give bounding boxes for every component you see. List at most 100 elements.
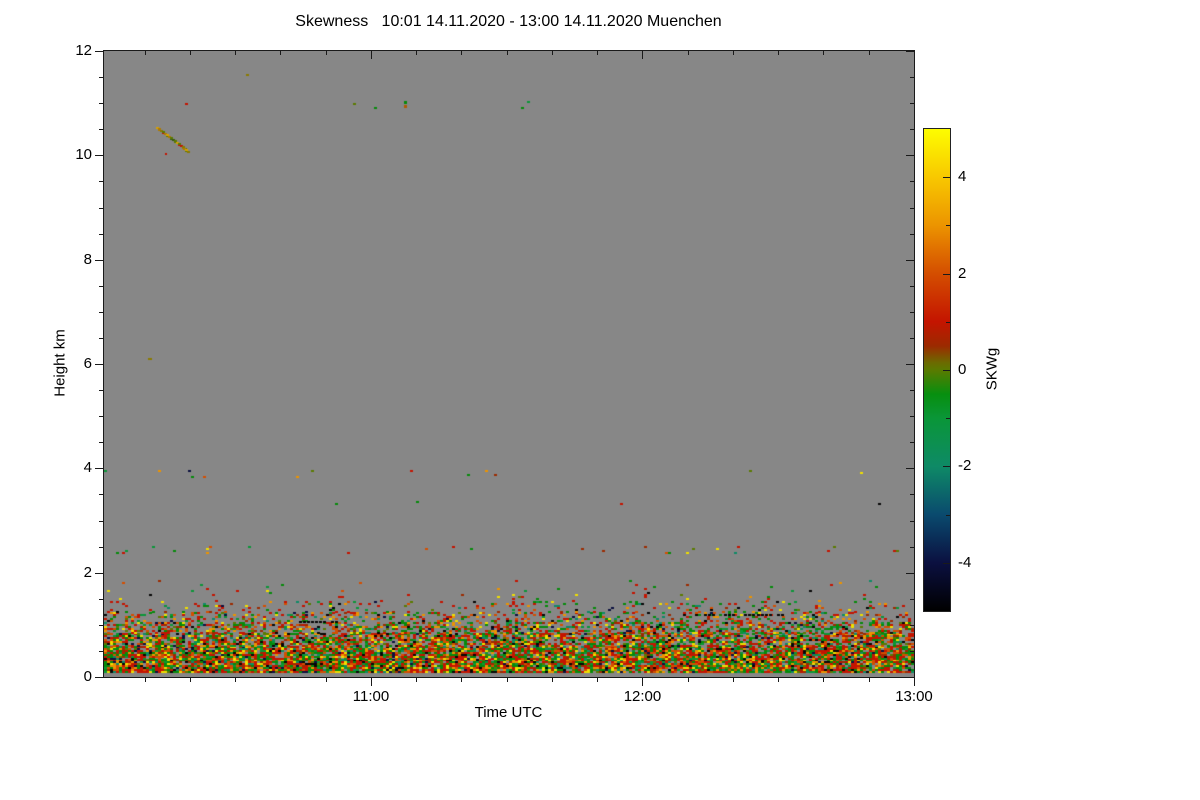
y-axis-tick <box>99 494 103 495</box>
x-axis-top-tick <box>552 51 553 55</box>
x-axis-top-tick <box>416 51 417 55</box>
y-axis-tick <box>99 442 103 443</box>
y-axis-right-tick <box>910 651 914 652</box>
y-axis-right-tick <box>910 521 914 522</box>
x-tick-label: 11:00 <box>352 688 390 705</box>
y-axis-tick <box>99 338 103 339</box>
y-axis-tick <box>99 625 103 626</box>
y-axis-tick <box>99 286 103 287</box>
colorbar-tick <box>946 322 950 323</box>
x-axis-tick <box>145 678 146 682</box>
figure: Skewness 10:01 14.11.2020 - 13:00 14.11.… <box>0 0 1200 800</box>
x-axis-label: Time UTC <box>474 704 543 721</box>
y-axis-right-tick <box>910 338 914 339</box>
x-axis-top-tick <box>778 51 779 55</box>
colorbar-tick-label: 4 <box>958 168 967 186</box>
x-axis-tick <box>597 678 598 682</box>
colorbar-tick <box>943 177 950 178</box>
x-tick-label: 13:00 <box>895 688 933 705</box>
y-axis-tick <box>99 103 103 104</box>
x-axis-tick <box>371 678 372 686</box>
y-axis-right-tick <box>906 260 914 261</box>
y-tick-label: 10 <box>75 146 92 164</box>
y-axis-tick <box>99 651 103 652</box>
y-axis-right-tick <box>910 103 914 104</box>
y-axis-tick <box>99 234 103 235</box>
x-axis-top-tick <box>326 51 327 55</box>
x-axis-tick <box>461 678 462 682</box>
colorbar-tick-label: 2 <box>958 264 967 282</box>
colorbar-tick-label: -4 <box>958 553 972 571</box>
colorbar-tick <box>946 515 950 516</box>
x-axis-tick <box>326 678 327 682</box>
colorbar-tick <box>946 225 950 226</box>
x-axis-tick <box>507 678 508 682</box>
y-tick-label: 6 <box>83 355 92 372</box>
plot-title: Skewness 10:01 14.11.2020 - 13:00 14.11.… <box>295 13 722 30</box>
x-axis-top-tick <box>823 51 824 55</box>
y-axis-right-tick <box>910 547 914 548</box>
x-axis-top-tick <box>914 51 915 59</box>
y-axis-tick <box>95 51 103 52</box>
x-axis-top-tick <box>235 51 236 55</box>
x-axis-tick <box>552 678 553 682</box>
y-axis-right-tick <box>910 494 914 495</box>
y-axis-tick <box>99 181 103 182</box>
y-axis-tick <box>99 208 103 209</box>
y-axis-tick <box>95 260 103 261</box>
y-axis-tick <box>99 129 103 130</box>
x-axis-tick <box>235 678 236 682</box>
y-axis-right-tick <box>910 312 914 313</box>
y-axis-tick <box>99 312 103 313</box>
y-axis-right-tick <box>910 625 914 626</box>
y-axis-right-tick <box>910 390 914 391</box>
colorbar-label: SKWg <box>983 347 1001 391</box>
x-axis-top-tick <box>869 51 870 55</box>
y-axis-right-tick <box>910 599 914 600</box>
x-axis-tick <box>914 678 915 686</box>
y-axis-right-tick <box>910 416 914 417</box>
x-axis-top-tick <box>190 51 191 55</box>
x-axis-top-tick <box>733 51 734 55</box>
colorbar-tick-label: 0 <box>958 361 967 378</box>
x-axis-top-tick <box>280 51 281 55</box>
y-axis-right-tick <box>910 234 914 235</box>
colorbar-tick <box>943 370 950 371</box>
y-axis-right-tick <box>906 677 914 678</box>
y-axis-right-tick <box>910 77 914 78</box>
x-axis-top-tick <box>371 51 372 59</box>
plot-area <box>103 50 915 678</box>
y-axis-tick <box>99 599 103 600</box>
y-axis-tick <box>99 390 103 391</box>
x-axis-tick <box>778 678 779 682</box>
x-axis-top-tick <box>507 51 508 55</box>
x-axis-top-tick <box>461 51 462 55</box>
y-axis-tick <box>95 155 103 156</box>
y-axis-right-tick <box>910 442 914 443</box>
y-axis-right-tick <box>910 286 914 287</box>
y-axis-tick <box>99 77 103 78</box>
x-axis-tick <box>416 678 417 682</box>
colorbar-tick <box>943 466 950 467</box>
x-axis-tick <box>642 678 643 686</box>
y-axis-tick <box>95 468 103 469</box>
y-axis-tick <box>95 364 103 365</box>
y-axis-right-tick <box>906 573 914 574</box>
x-axis-top-tick <box>688 51 689 55</box>
y-axis-right-tick <box>910 129 914 130</box>
x-axis-tick <box>823 678 824 682</box>
y-axis-right-tick <box>906 468 914 469</box>
y-axis-right-tick <box>906 51 914 52</box>
y-tick-label: 2 <box>83 563 92 581</box>
y-axis-tick <box>99 521 103 522</box>
colorbar-tick-label: -2 <box>958 457 972 475</box>
y-axis-tick <box>99 416 103 417</box>
x-axis-tick <box>869 678 870 682</box>
y-tick-label: 4 <box>83 459 92 477</box>
x-axis-tick <box>733 678 734 682</box>
x-axis-tick <box>688 678 689 682</box>
colorbar-tick <box>943 563 950 564</box>
colorbar-tick <box>946 418 950 419</box>
y-axis-tick <box>95 573 103 574</box>
y-tick-label: 0 <box>83 668 92 685</box>
